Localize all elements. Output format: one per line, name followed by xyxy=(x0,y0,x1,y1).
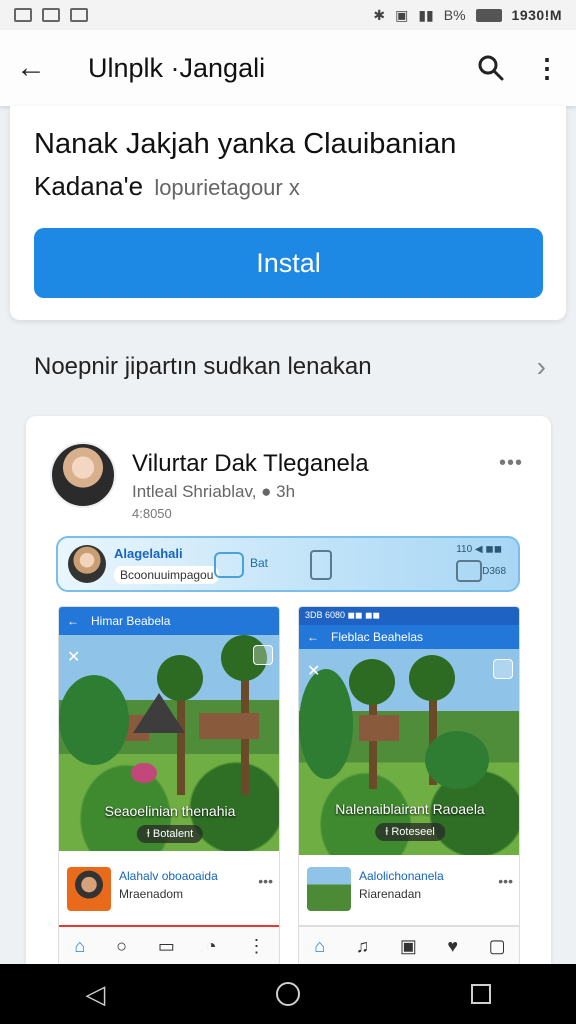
close-icon: ✕ xyxy=(307,663,321,680)
system-home-icon[interactable] xyxy=(275,982,300,1006)
battery-percent: B% xyxy=(443,7,466,23)
palm-fronds xyxy=(349,659,395,705)
phone-list-row: Aalolichonanela Riarenadan ••• xyxy=(299,857,519,919)
photo-title: Nalenaiblairant Raoaela xyxy=(335,801,485,817)
post-author-name[interactable]: Vilurtar Dak Tleganela xyxy=(132,450,369,478)
banner-status: 110 ◀ ◼◼ xyxy=(456,544,502,555)
badge-icon xyxy=(493,659,513,679)
clock: 1930!M xyxy=(511,7,562,23)
close-icon: ✕ xyxy=(67,649,81,666)
phone-bottom-nav: ⌂ ♫ ▣ ♥ ▢ xyxy=(299,925,519,965)
phone-status-bar: 3DB 6080 ◼◼ ◼◼ xyxy=(299,607,519,625)
post-meta: Intleal Shriablav, ● 3h xyxy=(132,482,296,501)
photo-chip: Ɨ Roteseel xyxy=(375,823,445,841)
section-header[interactable]: Noepnir jipartın sudkan lenakan › xyxy=(34,345,546,389)
bluetooth-icon: ✱ xyxy=(373,6,386,23)
profile-banner[interactable]: Alagelahali Bcoonuuimpagou Bat 110 ◀ ◼◼ … xyxy=(56,536,520,592)
section-title: Noepnir jipartın sudkan lenakan xyxy=(34,353,372,380)
install-button[interactable]: Instal xyxy=(34,228,543,298)
round-bush xyxy=(425,731,489,789)
status-bar: ✱ ▣ ▮▮ B% 1930!M xyxy=(0,0,576,30)
banner-tag: Bat xyxy=(250,556,269,570)
bookmark-icon: ▭ xyxy=(157,935,175,956)
row-name: Aalolichonanela xyxy=(359,869,444,883)
search-icon[interactable] xyxy=(478,55,504,81)
search-icon: ○ xyxy=(116,935,128,956)
phone-bottom-nav: ⌂ ○ ▭ ◔ ⋮ xyxy=(59,925,279,965)
app-headline: Nanak Jakjah yanka Clauibanian xyxy=(34,128,457,160)
home-icon: ⌂ xyxy=(74,935,86,956)
badge-icon xyxy=(253,645,273,665)
tree-foliage xyxy=(299,669,353,779)
app-developer-line: Kadana'e lopurietagour x xyxy=(34,171,542,202)
status-notification-icons xyxy=(14,8,88,22)
image-icon xyxy=(456,560,482,582)
chevron-right-icon[interactable]: › xyxy=(537,351,546,383)
status-system-icons: ✱ ▣ ▮▮ B% 1930!M xyxy=(373,7,562,24)
phone-list-row: Alahalv oboaoaida Mraenadom ••• xyxy=(59,857,279,919)
photo-title: Seaoelinian thenahia xyxy=(104,803,236,819)
screenshot-phone-2[interactable]: 3DB 6080 ◼◼ ◼◼ ← Fleblac Beahelas ✕ Nale… xyxy=(298,606,520,966)
garden-photo: ✕ Nalenaiblairant Raoaela Ɨ Roteseel xyxy=(299,649,519,855)
back-arrow-icon: ← xyxy=(67,614,79,628)
row-name: Alahalv oboaoaida xyxy=(119,869,218,883)
tree-foliage xyxy=(59,675,129,765)
app-notification-icon xyxy=(70,8,88,22)
banner-app-icon xyxy=(214,552,244,578)
page-title: Ulnplk ·Jangali xyxy=(88,52,266,83)
app-info-card: Nanak Jakjah yanka Clauibanian Kadana'e … xyxy=(10,106,566,320)
gazebo xyxy=(359,715,399,741)
screenshot-phone-1[interactable]: ← Himar Beabela ✕ Seaoelinian thenahia Ɨ… xyxy=(58,606,280,966)
banner-name: Alagelahali xyxy=(114,546,183,561)
row-avatar xyxy=(67,867,111,911)
photo-chip: Ɨ Botalent xyxy=(136,825,204,843)
hut xyxy=(199,713,259,739)
post-card: Vilurtar Dak Tleganela Intleal Shriablav… xyxy=(26,416,551,976)
row-more-icon: ••• xyxy=(258,873,273,889)
more-icon: ⋮ xyxy=(247,935,266,956)
row-subtitle: Riarenadan xyxy=(359,887,422,901)
app-developer-name: Kadana'e xyxy=(34,171,144,201)
system-back-icon[interactable]: ◁ xyxy=(85,979,105,1010)
app-bar-actions: ⋮ xyxy=(478,55,560,81)
flower-bush xyxy=(131,763,157,783)
palm-fronds xyxy=(409,655,455,701)
author-avatar[interactable] xyxy=(50,442,116,508)
app-bar: ← Ulnplk ·Jangali ⋮ xyxy=(0,30,576,106)
home-icon: ⌂ xyxy=(314,935,326,956)
phone-app-title: Himar Beabela xyxy=(91,614,171,628)
gallery-notification-icon xyxy=(42,8,60,22)
back-arrow-icon[interactable]: ← xyxy=(16,51,56,85)
media-icon: ▣ xyxy=(399,935,417,956)
back-arrow-icon: ← xyxy=(307,630,319,644)
notification-icon: ◔ xyxy=(205,935,217,956)
phone-app-bar: ← Fleblac Beahelas xyxy=(299,625,519,649)
image-notification-icon xyxy=(14,8,32,22)
row-avatar xyxy=(307,867,351,911)
battery-icon xyxy=(475,8,502,22)
post-more-icon[interactable]: ••• xyxy=(499,452,523,475)
phone-app-bar: ← Himar Beabela xyxy=(59,607,279,635)
garden-photo: ✕ Seaoelinian thenahia Ɨ Botalent xyxy=(59,635,279,851)
row-more-icon: ••• xyxy=(498,873,513,889)
bell-icon: ♫ xyxy=(355,935,370,956)
banner-avatar xyxy=(68,545,106,583)
nfc-icon: ▣ xyxy=(395,6,409,23)
pagoda-roof xyxy=(133,693,185,733)
row-subtitle: Mraenadom xyxy=(119,887,184,901)
app-developer-subtitle: lopurietagour x xyxy=(154,175,300,200)
overflow-menu-icon[interactable]: ⋮ xyxy=(534,55,560,81)
system-recents-icon[interactable] xyxy=(470,984,491,1004)
system-nav-bar: ◁ xyxy=(0,964,576,1024)
banner-count: D368 xyxy=(482,566,506,577)
heart-icon: ♥ xyxy=(447,935,459,956)
lock-icon: ▢ xyxy=(488,935,506,956)
banner-subtitle: Bcoonuuimpagou xyxy=(114,566,220,584)
phone-app-title: Fleblac Beahelas xyxy=(331,630,424,644)
signal-icon: ▮▮ xyxy=(418,6,434,23)
post-timestamp: 4:8050 xyxy=(132,506,172,521)
phone-icon xyxy=(310,550,332,580)
